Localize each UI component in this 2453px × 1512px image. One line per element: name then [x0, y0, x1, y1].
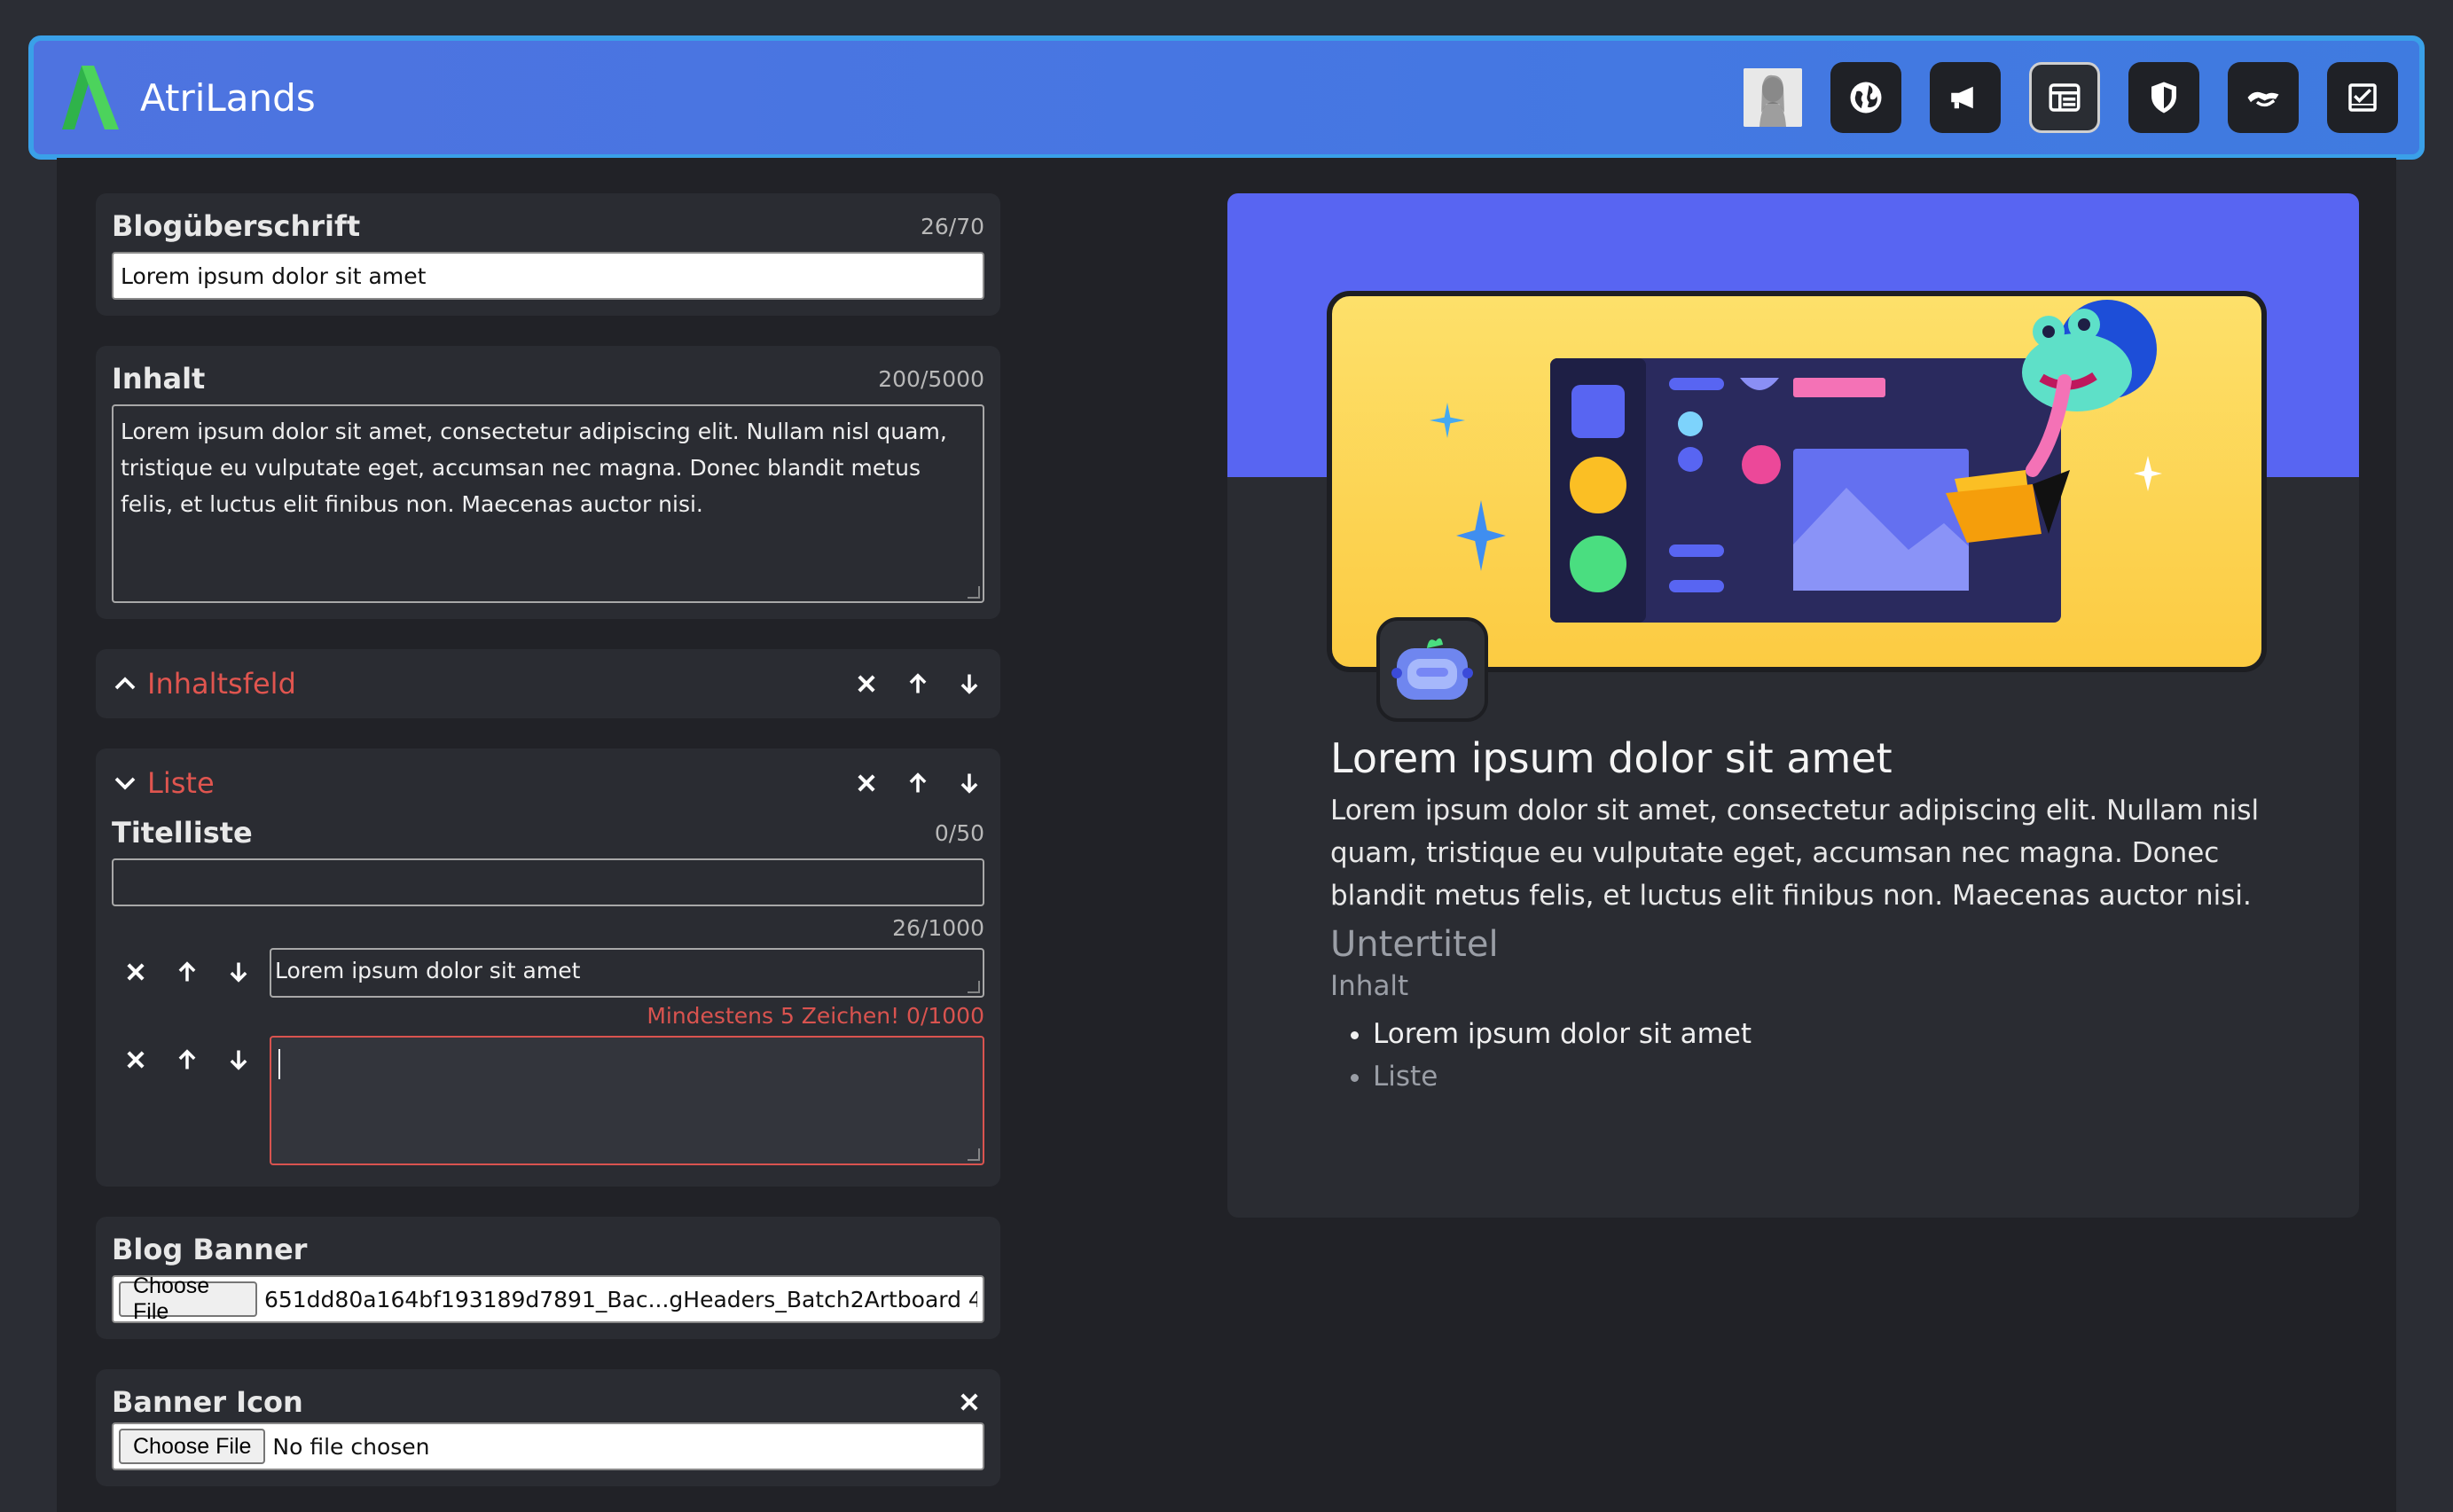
banner-icon-label: Banner Icon: [112, 1385, 303, 1419]
security-button[interactable]: [2128, 62, 2199, 133]
banner-image: [1327, 291, 2267, 672]
app-logo[interactable]: [62, 66, 119, 129]
content-text: Lorem ipsum dolor sit amet, consectetur …: [121, 419, 947, 517]
move-down-button[interactable]: [954, 768, 984, 798]
clear-banner-icon-button[interactable]: [954, 1387, 984, 1417]
remove-item-button[interactable]: [121, 1045, 151, 1075]
preview-content: Lorem ipsum dolor sit amet Lorem ipsum d…: [1330, 734, 2270, 1098]
shield-icon: [2151, 82, 2176, 114]
list-section: Liste Titelliste 0/50 26/1000 Lorem ipsu…: [96, 748, 1000, 1187]
preview-content-label: Inhalt: [1330, 970, 1409, 1002]
arrow-up-icon: [178, 1049, 196, 1069]
move-item-down-button[interactable]: [223, 1045, 254, 1075]
partners-button[interactable]: [2228, 62, 2299, 133]
resize-handle[interactable]: [968, 586, 980, 599]
list-item-input-error[interactable]: [270, 1036, 984, 1165]
move-up-button[interactable]: [903, 669, 933, 699]
close-icon: [858, 774, 875, 792]
arrow-up-icon: [909, 673, 927, 693]
avatar[interactable]: [1744, 68, 1802, 127]
move-item-up-button[interactable]: [172, 957, 202, 987]
arrow-down-icon: [230, 1050, 247, 1070]
preview-subtitle: Untertitel: [1330, 924, 1499, 965]
list-title-label: Titelliste: [112, 816, 253, 850]
handshake-icon: [2247, 91, 2279, 107]
close-icon: [960, 1393, 978, 1411]
close-icon: [127, 963, 145, 981]
arrow-down-icon: [960, 773, 978, 794]
content-field-toggle[interactable]: Inhaltsfeld: [112, 667, 296, 701]
move-down-button[interactable]: [954, 669, 984, 699]
selected-file-name: 651dd80a164bf193189d7891_Bac...gHeaders_…: [263, 1286, 977, 1312]
arrow-up-icon: [909, 772, 927, 793]
editor-area: Blogüberschrift 26/70 Lorem ipsum dolor …: [57, 158, 2396, 1512]
globe-button[interactable]: [1830, 62, 1901, 133]
blog-banner-card: Blog Banner Choose File 651dd80a164bf193…: [96, 1217, 1000, 1339]
preview-list: Lorem ipsum dolor sit amet Liste: [1330, 1013, 2270, 1098]
tasks-button[interactable]: [2327, 62, 2398, 133]
list-title-input[interactable]: [112, 858, 984, 906]
list-item-input[interactable]: Lorem ipsum dolor sit amet: [270, 948, 984, 998]
banner-icon-card: Banner Icon Choose File No file chosen: [96, 1369, 1000, 1486]
list-title-counter: 0/50: [934, 819, 984, 846]
move-up-button[interactable]: [903, 768, 933, 798]
blog-preview: Lorem ipsum dolor sit amet Lorem ipsum d…: [1227, 193, 2359, 1218]
remove-section-button[interactable]: [851, 768, 882, 798]
resize-handle[interactable]: [968, 981, 980, 993]
remove-section-button[interactable]: [851, 669, 882, 699]
blog-banner-file-input[interactable]: Choose File 651dd80a164bf193189d7891_Bac…: [112, 1273, 984, 1324]
app-title[interactable]: AtriLands: [140, 76, 316, 120]
move-item-up-button[interactable]: [172, 1045, 202, 1075]
resize-handle[interactable]: [968, 1148, 980, 1161]
megaphone-icon: [1951, 86, 1973, 109]
top-header: AtriLands: [28, 35, 2425, 160]
section-title: Inhaltsfeld: [147, 667, 296, 701]
list-item: [112, 1036, 984, 1165]
content-field-section: Inhaltsfeld: [96, 649, 1000, 718]
list-item: Liste: [1373, 1055, 2270, 1098]
headline-card: Blogüberschrift 26/70 Lorem ipsum dolor …: [96, 193, 1000, 316]
selected-file-name: No file chosen: [272, 1433, 430, 1460]
blog-banner-label: Blog Banner: [112, 1233, 308, 1266]
section-title: Liste: [147, 766, 215, 800]
headline-label: Blogüberschrift: [112, 209, 361, 243]
choose-file-button[interactable]: Choose File: [119, 1429, 266, 1464]
content-card: Inhalt 200/5000 Lorem ipsum dolor sit am…: [96, 346, 1000, 619]
content-textarea[interactable]: Lorem ipsum dolor sit amet, consectetur …: [112, 404, 984, 603]
announcements-button[interactable]: [1930, 62, 2001, 133]
close-icon: [127, 1051, 145, 1069]
list-section-toggle[interactable]: Liste: [112, 766, 215, 800]
arrow-up-icon: [178, 961, 196, 982]
choose-file-button[interactable]: Choose File: [119, 1273, 257, 1324]
remove-item-button[interactable]: [121, 957, 151, 987]
headline-counter: 26/70: [920, 213, 984, 239]
layout-icon: [2049, 83, 2081, 112]
validation-error: Mindestens 5 Zeichen! 0/1000: [647, 1003, 984, 1029]
list-item-counter: 26/1000: [892, 915, 984, 941]
layout-button[interactable]: [2029, 62, 2100, 133]
close-icon: [858, 675, 875, 693]
move-item-down-button[interactable]: [223, 957, 254, 987]
arrow-down-icon: [230, 962, 247, 983]
text-cursor: [278, 1049, 280, 1079]
headline-input[interactable]: Lorem ipsum dolor sit amet: [112, 252, 984, 300]
chevron-down-icon: [114, 777, 136, 790]
preview-body: Lorem ipsum dolor sit amet, consectetur …: [1330, 795, 2260, 912]
globe-icon: [1850, 82, 1882, 114]
chevron-up-icon: [114, 677, 136, 690]
list-item: Lorem ipsum dolor sit amet: [112, 948, 984, 998]
arrow-down-icon: [960, 674, 978, 694]
list-item-text: Lorem ipsum dolor sit amet: [275, 958, 581, 983]
content-label: Inhalt: [112, 362, 206, 396]
preview-title: Lorem ipsum dolor sit amet: [1330, 734, 1893, 782]
list-item: Lorem ipsum dolor sit amet: [1373, 1013, 2270, 1055]
content-counter: 200/5000: [878, 365, 984, 392]
banner-icon-image: [1376, 617, 1488, 722]
checklist-icon: [2348, 83, 2377, 112]
blog-form: Blogüberschrift 26/70 Lorem ipsum dolor …: [96, 193, 1000, 1512]
banner-icon-file-input[interactable]: Choose File No file chosen: [112, 1422, 984, 1470]
